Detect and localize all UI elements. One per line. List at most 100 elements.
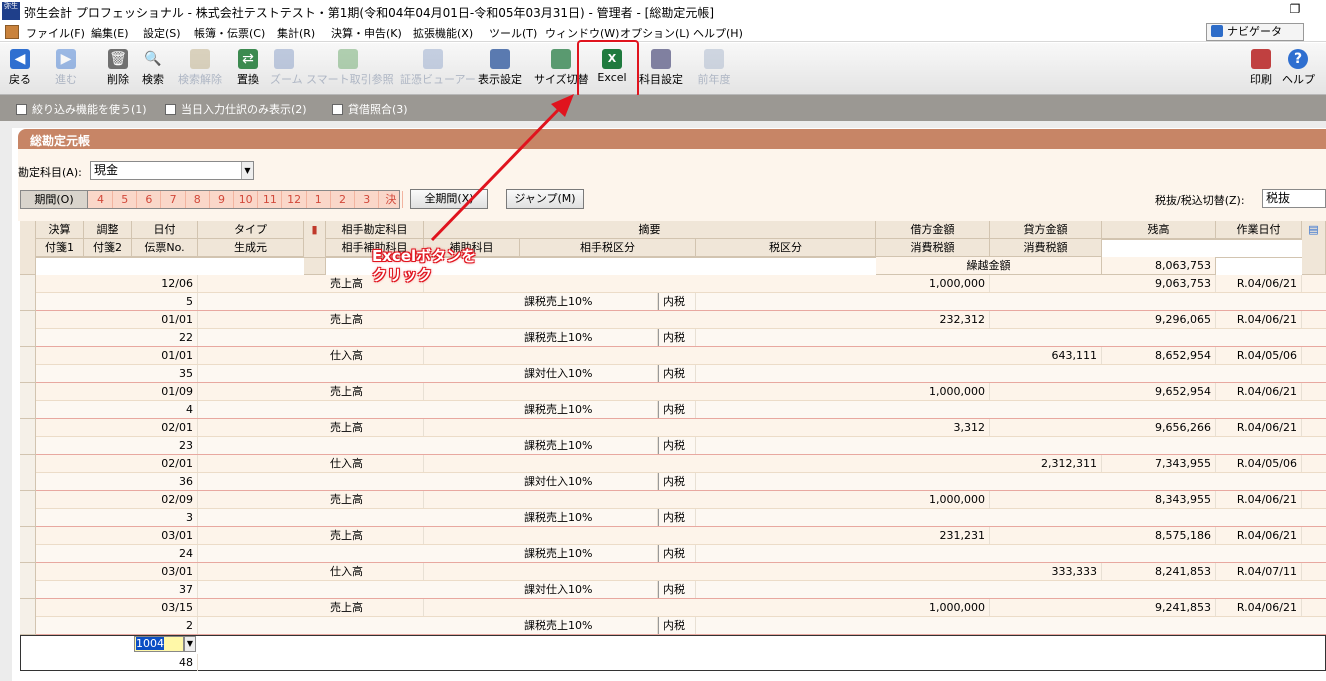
jump-button[interactable]: ジャンプ(M): [506, 189, 584, 209]
search-button[interactable]: 🔍 検索: [139, 45, 167, 91]
help-icon: ?: [1288, 49, 1308, 69]
row-debit: 232,312: [876, 311, 990, 328]
period-selector: 期間(O) 4 5 6 7 8 9 10 11 12 1 2 3 決: [20, 190, 404, 209]
date-input[interactable]: 1004: [134, 636, 184, 652]
row-voucher-no: 5: [132, 293, 198, 310]
zoom-button[interactable]: ズーム: [270, 45, 303, 91]
arrow-left-icon: ◀: [10, 49, 30, 69]
row-selector[interactable]: [20, 491, 36, 527]
row-account: 売上高: [326, 599, 424, 616]
size-toggle-icon: [551, 49, 571, 69]
month-10[interactable]: 1: [307, 191, 331, 208]
tax-toggle-select[interactable]: 税抜: [1262, 189, 1326, 208]
new-entry-row[interactable]: [20, 635, 1326, 671]
month-1[interactable]: 4: [89, 191, 113, 208]
row-selector[interactable]: [20, 527, 36, 563]
row-account: 仕入高: [326, 563, 424, 580]
row-date: 03/01: [132, 563, 198, 580]
chevron-down-icon[interactable]: ▼: [184, 636, 196, 652]
all-period-button[interactable]: 全期間(X): [410, 189, 488, 209]
month-7[interactable]: 10: [234, 191, 259, 208]
print-button[interactable]: 印刷: [1247, 45, 1275, 91]
row-selector[interactable]: [20, 383, 36, 419]
restore-button[interactable]: ❐: [1280, 2, 1310, 20]
row-tax-category: 課税売上10%: [520, 509, 658, 526]
voucher-viewer-icon: [423, 49, 443, 69]
forward-button[interactable]: ▶ 進む: [50, 45, 82, 91]
menu-window[interactable]: ウィンドウ(W): [545, 25, 619, 41]
row-credit: 333,333: [990, 563, 1102, 580]
menu-file[interactable]: ファイル(F): [26, 25, 85, 41]
account-settings-button[interactable]: 科目設定: [636, 45, 686, 91]
row-selector[interactable]: [20, 455, 36, 491]
search-clear-button[interactable]: 検索解除: [176, 45, 224, 91]
row-balance: 8,343,955: [1102, 491, 1216, 508]
menu-extensions[interactable]: 拡張機能(X): [413, 25, 473, 41]
month-9[interactable]: 12: [283, 191, 307, 208]
help-button[interactable]: ? ヘルプ: [1282, 45, 1315, 91]
row-tax-category: 課税売上10%: [520, 437, 658, 454]
voucher-viewer-button[interactable]: 証憑ビューアー: [400, 45, 476, 91]
printer-icon: [1251, 49, 1271, 69]
today-only-checkbox[interactable]: 当日入力仕訳のみ表示(2): [165, 101, 307, 117]
row-selector[interactable]: [20, 275, 36, 311]
row-balance: 9,656,266: [1102, 419, 1216, 436]
row-workdate: R.04/06/21: [1216, 383, 1302, 400]
month-13[interactable]: 決: [379, 191, 404, 208]
back-button[interactable]: ◀ 戻る: [4, 45, 36, 91]
carry-row-end: [1216, 257, 1302, 258]
row-date: 02/01: [132, 419, 198, 436]
month-6[interactable]: 9: [210, 191, 234, 208]
row-selector[interactable]: [20, 347, 36, 383]
month-11[interactable]: 2: [331, 191, 355, 208]
menu-options[interactable]: オプション(L): [620, 25, 690, 41]
row-account: 売上高: [326, 383, 424, 400]
month-5[interactable]: 8: [186, 191, 210, 208]
menu-tools[interactable]: ツール(T): [489, 25, 537, 41]
row-balance: 8,652,954: [1102, 347, 1216, 364]
new-entry-voucher-no[interactable]: 48: [132, 654, 198, 671]
row-voucher-no: 37: [132, 581, 198, 598]
menu-totals[interactable]: 集計(R): [277, 25, 315, 41]
replace-button[interactable]: ⇄ 置換: [234, 45, 262, 91]
row-date: 12/06: [132, 275, 198, 292]
menu-settings[interactable]: 設定(S): [143, 25, 181, 41]
prev-year-button[interactable]: 前年度: [696, 45, 732, 91]
col-credit: 貸方金額: [990, 221, 1102, 239]
month-4[interactable]: 7: [162, 191, 186, 208]
row-tax-type: 内税: [658, 545, 696, 562]
col-counter-tax: 相手税区分: [520, 239, 696, 257]
delete-button[interactable]: 🗑 削除: [104, 45, 132, 91]
col-source: 生成元: [198, 239, 304, 257]
smart-ref-button[interactable]: スマート取引参照: [306, 45, 394, 91]
carry-value: 8,063,753: [1102, 257, 1216, 275]
account-select[interactable]: 現金 ▼: [90, 161, 254, 180]
row-account: 売上高: [326, 491, 424, 508]
reconcile-checkbox[interactable]: 貸借照合(3): [332, 101, 408, 117]
instruction-callout: Excelボタンを クリック: [372, 247, 476, 285]
month-8[interactable]: 11: [258, 191, 283, 208]
row-selector[interactable]: [20, 419, 36, 455]
display-settings-button[interactable]: 表示設定: [475, 45, 525, 91]
filter-checkbox[interactable]: 絞り込み機能を使う(1): [16, 101, 147, 117]
row-tax-type: 内税: [658, 437, 696, 454]
row-tax-type: 内税: [658, 365, 696, 382]
navigator-button[interactable]: ナビゲータ: [1206, 23, 1304, 41]
month-3[interactable]: 6: [137, 191, 162, 208]
month-2[interactable]: 5: [113, 191, 138, 208]
menu-edit[interactable]: 編集(E): [91, 25, 129, 41]
row-selector[interactable]: [20, 599, 36, 635]
month-12[interactable]: 3: [355, 191, 380, 208]
menu-books[interactable]: 帳簿・伝票(C): [194, 25, 265, 41]
document-menu-icon[interactable]: [5, 25, 19, 39]
menu-help[interactable]: ヘルプ(H): [693, 25, 743, 41]
menu-closing[interactable]: 決算・申告(K): [331, 25, 402, 41]
row-balance: 8,575,186: [1102, 527, 1216, 544]
col-kessan: 決算: [36, 221, 84, 239]
row-voucher-no: 24: [132, 545, 198, 562]
row-balance: 9,652,954: [1102, 383, 1216, 400]
row-balance: 8,241,853: [1102, 563, 1216, 580]
row-workdate: R.04/06/21: [1216, 419, 1302, 436]
row-selector[interactable]: [20, 311, 36, 347]
row-selector[interactable]: [20, 563, 36, 599]
